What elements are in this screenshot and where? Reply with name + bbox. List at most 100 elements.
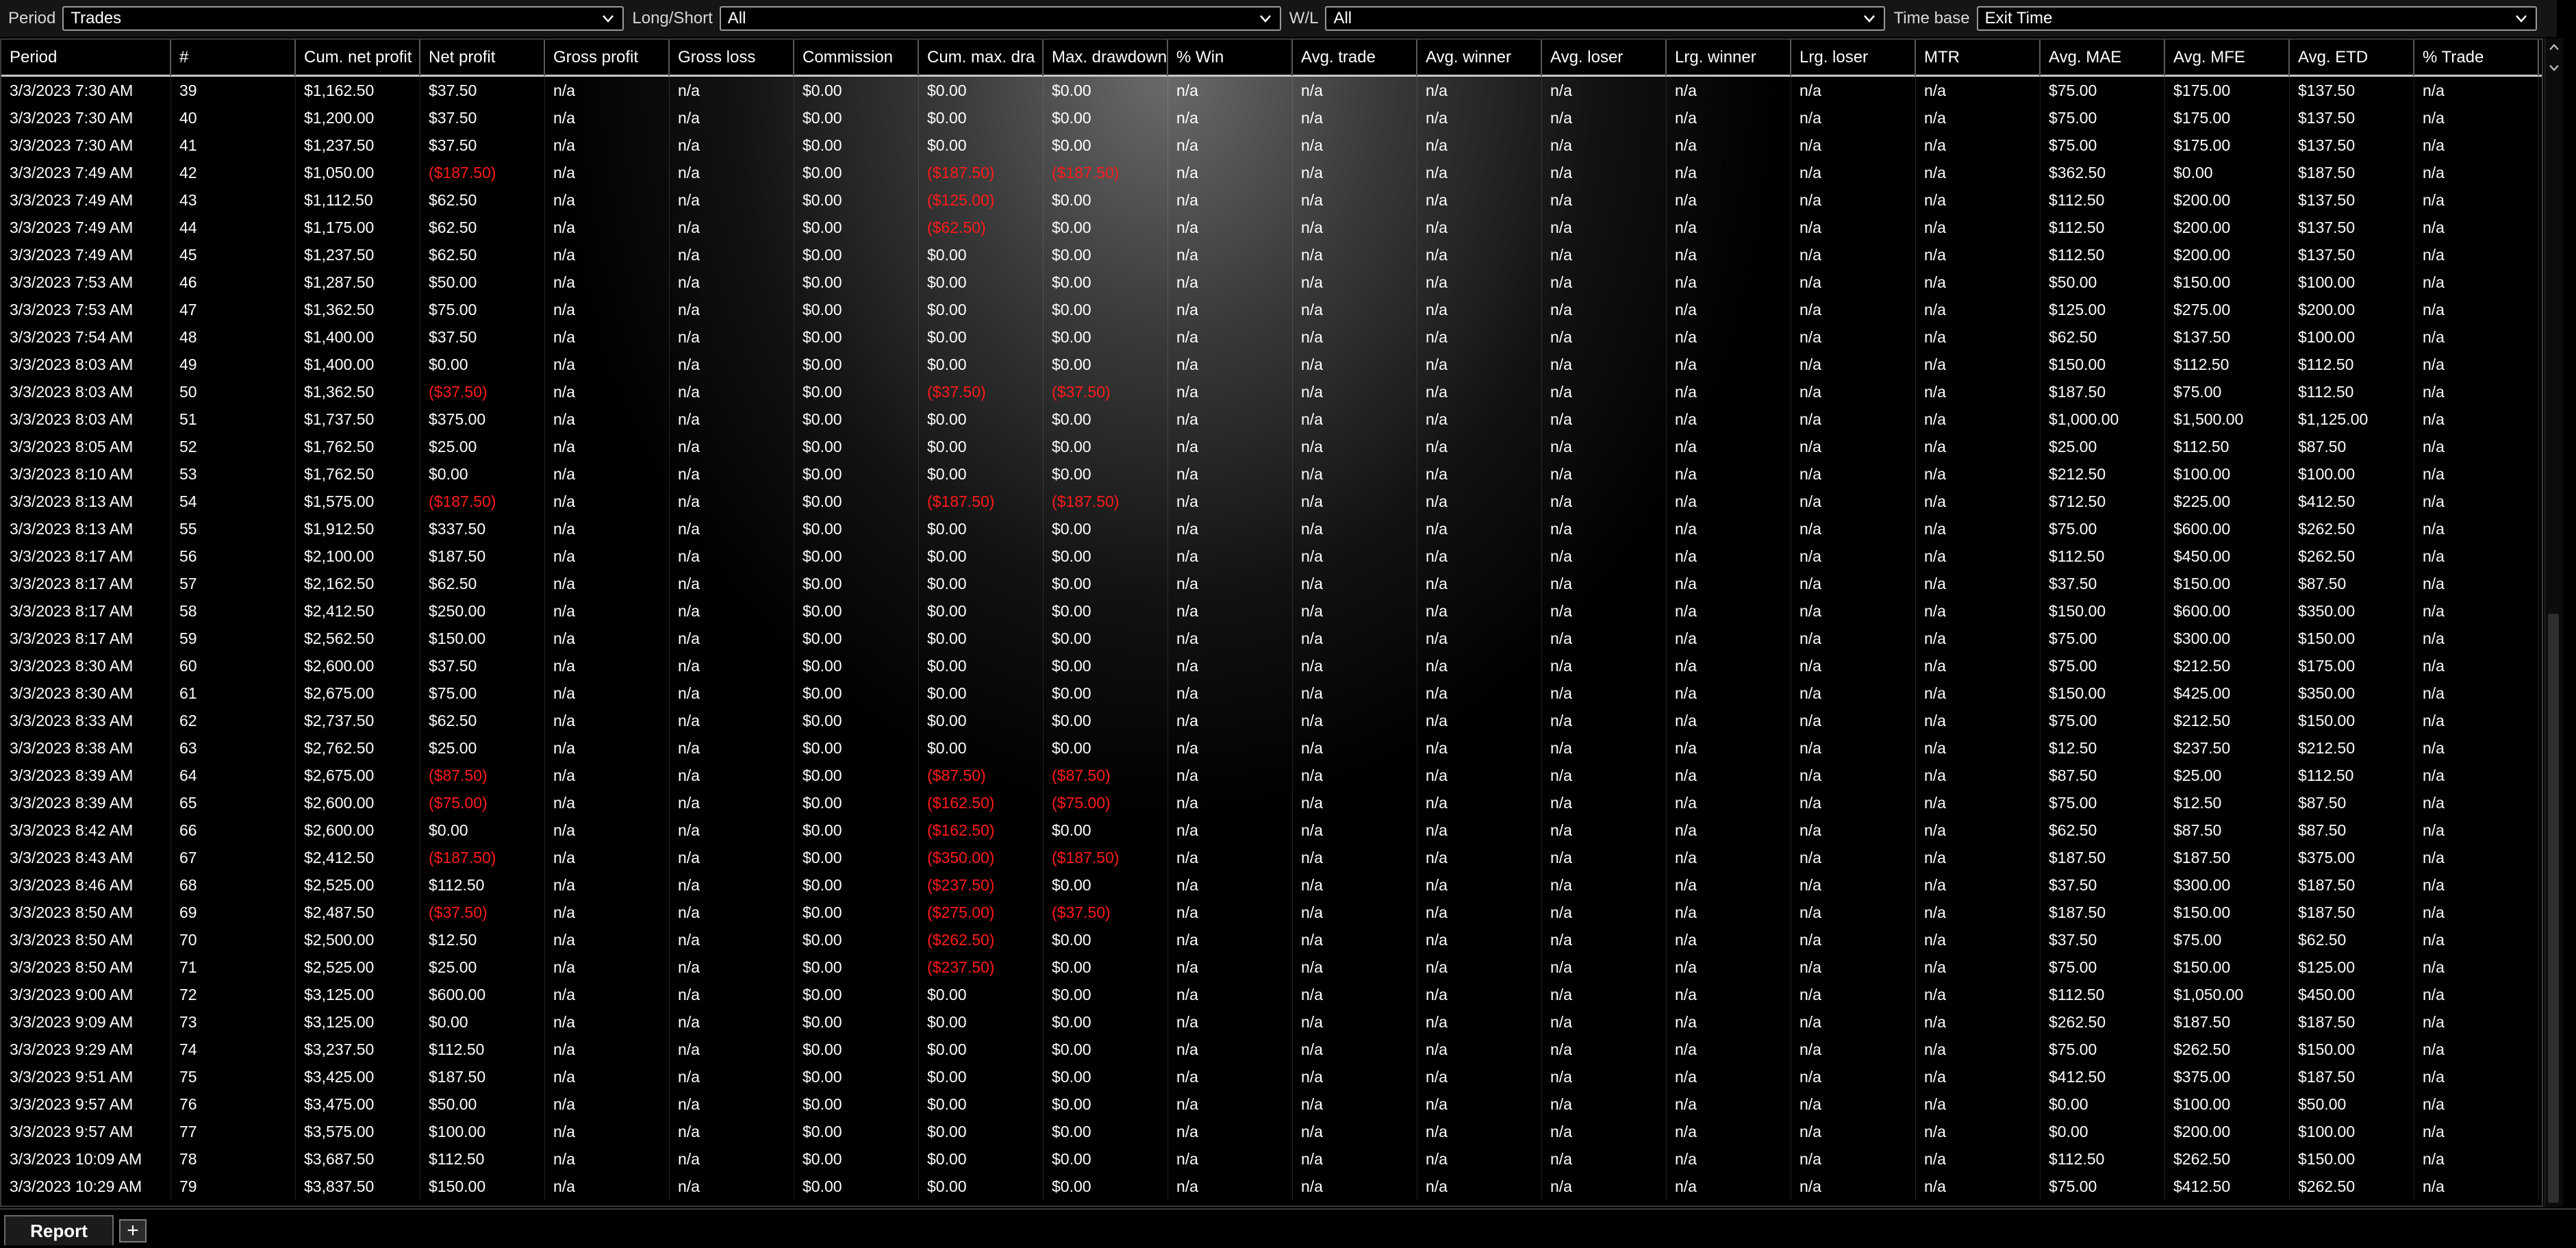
- column-header-lrg-winner[interactable]: Lrg. winner: [1667, 40, 1791, 76]
- table-row[interactable]: 3/3/2023 8:50 AM 69 $2,487.50 ($37.50) n/a n/…: [1, 899, 2542, 926]
- table-row[interactable]: 3/3/2023 8:17 AM 58 $2,412.50 $250.00 n/a n/a…: [1, 597, 2542, 625]
- table-row[interactable]: 3/3/2023 8:46 AM 68 $2,525.00 $112.50 n/a n/a…: [1, 871, 2542, 899]
- table-row[interactable]: 3/3/2023 8:03 AM 49 $1,400.00 $0.00 n/a n/a $0…: [1, 351, 2542, 378]
- column-header-number[interactable]: #: [171, 40, 296, 76]
- table-row[interactable]: 3/3/2023 8:30 AM 60 $2,600.00 $37.50 n/a n/a $…: [1, 652, 2542, 679]
- table-row[interactable]: 3/3/2023 7:54 AM 48 $1,400.00 $37.50 n/a n/a $…: [1, 323, 2542, 351]
- cell-avg-loser: n/a: [1542, 597, 1667, 625]
- table-row[interactable]: 3/3/2023 7:49 AM 44 $1,175.00 $62.50 n/a n/a $…: [1, 214, 2542, 241]
- cell-number: 42: [171, 159, 296, 186]
- table-row[interactable]: 3/3/2023 7:30 AM 40 $1,200.00 $37.50 n/a n/a $…: [1, 104, 2542, 132]
- table-row[interactable]: 3/3/2023 7:30 AM 41 $1,237.50 $37.50 n/a n/a $…: [1, 132, 2542, 159]
- cell-number: 41: [171, 132, 296, 159]
- column-header-pct-trade[interactable]: % Trade: [2414, 40, 2539, 76]
- cell-pct-trade: n/a: [2414, 542, 2539, 570]
- add-tab-button[interactable]: +: [119, 1219, 147, 1243]
- table-row[interactable]: 3/3/2023 8:42 AM 66 $2,600.00 $0.00 n/a n/a $0…: [1, 816, 2542, 844]
- table-row[interactable]: 3/3/2023 8:50 AM 70 $2,500.00 $12.50 n/a n/a $…: [1, 926, 2542, 953]
- table-row[interactable]: 3/3/2023 8:05 AM 52 $1,762.50 $25.00 n/a n/a $…: [1, 433, 2542, 460]
- cell-avg-trade: n/a: [1293, 1008, 1417, 1036]
- cell-pct-trade: n/a: [2414, 953, 2539, 981]
- scrollbar-thumb[interactable]: [2548, 614, 2559, 1203]
- timebase-select[interactable]: Exit Time: [1976, 6, 2537, 31]
- column-header-avg-mae[interactable]: Avg. MAE: [2041, 40, 2165, 76]
- cell-net-profit: $62.50: [420, 707, 545, 734]
- table-row[interactable]: 3/3/2023 7:49 AM 42 $1,050.00 ($187.50) n/a n…: [1, 159, 2542, 186]
- longshort-select[interactable]: All: [719, 6, 1281, 31]
- table-row[interactable]: 3/3/2023 8:43 AM 67 $2,412.50 ($187.50) n/a n…: [1, 844, 2542, 871]
- table-row[interactable]: 3/3/2023 7:53 AM 47 $1,362.50 $75.00 n/a n/a $…: [1, 296, 2542, 323]
- wl-select[interactable]: All: [1325, 6, 1886, 31]
- cell-pct-trade: n/a: [2414, 789, 2539, 816]
- table-row[interactable]: 3/3/2023 8:13 AM 54 $1,575.00 ($187.50) n/a n…: [1, 488, 2542, 515]
- cell-cum-max-drawdown: ($37.50): [919, 378, 1044, 405]
- table-row[interactable]: 3/3/2023 9:09 AM 73 $3,125.00 $0.00 n/a n/a $0…: [1, 1008, 2542, 1036]
- column-header-net-profit[interactable]: Net profit: [420, 40, 545, 76]
- table-row[interactable]: 3/3/2023 9:51 AM 75 $3,425.00 $187.50 n/a n/a…: [1, 1063, 2542, 1090]
- column-header-avg-mfe[interactable]: Avg. MFE: [2165, 40, 2290, 76]
- column-header-mtr[interactable]: MTR: [1916, 40, 2041, 76]
- chevron-up-icon[interactable]: [2545, 38, 2563, 56]
- table-row[interactable]: 3/3/2023 9:29 AM 74 $3,237.50 $112.50 n/a n/a…: [1, 1036, 2542, 1063]
- table-row[interactable]: 3/3/2023 8:03 AM 51 $1,737.50 $375.00 n/a n/a…: [1, 405, 2542, 433]
- cell-cum-max-drawdown: $0.00: [919, 433, 1044, 460]
- tab-report[interactable]: Report: [4, 1215, 114, 1245]
- cell-cum-net-profit: $3,475.00: [296, 1090, 420, 1118]
- column-header-cum-net-profit[interactable]: Cum. net profit: [296, 40, 420, 76]
- column-header-avg-trade[interactable]: Avg. trade: [1293, 40, 1417, 76]
- table-row[interactable]: 3/3/2023 8:17 AM 56 $2,100.00 $187.50 n/a n/a…: [1, 542, 2542, 570]
- column-header-cum-max-drawdown[interactable]: Cum. max. dra: [919, 40, 1044, 76]
- table-row[interactable]: 3/3/2023 8:50 AM 71 $2,525.00 $25.00 n/a n/a $…: [1, 953, 2542, 981]
- table-row[interactable]: 3/3/2023 8:03 AM 50 $1,362.50 ($37.50) n/a n/…: [1, 378, 2542, 405]
- period-select[interactable]: Trades: [62, 6, 624, 31]
- cell-net-profit: ($75.00): [420, 789, 545, 816]
- cell-max-drawdown: $0.00: [1044, 104, 1168, 132]
- table-row[interactable]: 3/3/2023 8:33 AM 62 $2,737.50 $62.50 n/a n/a $…: [1, 707, 2542, 734]
- cell-max-drawdown: $0.00: [1044, 871, 1168, 899]
- table-row[interactable]: 3/3/2023 7:49 AM 43 $1,112.50 $62.50 n/a n/a $…: [1, 186, 2542, 214]
- table-row[interactable]: 3/3/2023 7:49 AM 45 $1,237.50 $62.50 n/a n/a $…: [1, 241, 2542, 269]
- table-row[interactable]: 3/3/2023 8:39 AM 64 $2,675.00 ($87.50) n/a n/…: [1, 762, 2542, 789]
- column-header-commission[interactable]: Commission: [794, 40, 919, 76]
- table-row[interactable]: 3/3/2023 8:39 AM 65 $2,600.00 ($75.00) n/a n/…: [1, 789, 2542, 816]
- table-row[interactable]: 3/3/2023 7:30 AM 39 $1,162.50 $37.50 n/a n/a $…: [1, 77, 2542, 104]
- table-row[interactable]: 3/3/2023 10:09 AM 78 $3,687.50 $112.50 n/a n/…: [1, 1145, 2542, 1173]
- column-header-max-drawdown[interactable]: Max. drawdown: [1044, 40, 1168, 76]
- cell-cum-max-drawdown: $0.00: [919, 652, 1044, 679]
- cell-gross-loss: n/a: [670, 570, 794, 597]
- table-row[interactable]: 3/3/2023 8:13 AM 55 $1,912.50 $337.50 n/a n/a…: [1, 515, 2542, 542]
- column-header-period[interactable]: Period: [1, 40, 171, 76]
- chevron-down-icon[interactable]: [2545, 59, 2563, 77]
- cell-gross-profit: n/a: [545, 953, 670, 981]
- column-header-avg-winner[interactable]: Avg. winner: [1417, 40, 1542, 76]
- column-header-gross-profit[interactable]: Gross profit: [545, 40, 670, 76]
- table-row[interactable]: 3/3/2023 10:29 AM 79 $3,837.50 $150.00 n/a n/…: [1, 1173, 2542, 1200]
- cell-avg-trade: n/a: [1293, 488, 1417, 515]
- table-row[interactable]: 3/3/2023 7:53 AM 46 $1,287.50 $50.00 n/a n/a $…: [1, 269, 2542, 296]
- cell-lrg-winner: n/a: [1667, 926, 1791, 953]
- table-row[interactable]: 3/3/2023 8:17 AM 57 $2,162.50 $62.50 n/a n/a $…: [1, 570, 2542, 597]
- cell-avg-etd: $87.50: [2290, 789, 2414, 816]
- cell-avg-mae: $37.50: [2041, 570, 2165, 597]
- column-header-avg-loser[interactable]: Avg. loser: [1542, 40, 1667, 76]
- column-header-avg-etd[interactable]: Avg. ETD: [2290, 40, 2414, 76]
- vertical-scrollbar[interactable]: [2545, 38, 2563, 1207]
- cell-max-drawdown: $0.00: [1044, 351, 1168, 378]
- cell-gross-loss: n/a: [670, 734, 794, 762]
- table-row[interactable]: 3/3/2023 9:00 AM 72 $3,125.00 $600.00 n/a n/a…: [1, 981, 2542, 1008]
- cell-mtr: n/a: [1916, 186, 2041, 214]
- cell-period: 3/3/2023 9:00 AM: [1, 981, 171, 1008]
- column-header-pct-win[interactable]: % Win: [1168, 40, 1293, 76]
- column-header-gross-loss[interactable]: Gross loss: [670, 40, 794, 76]
- cell-avg-winner: n/a: [1417, 1090, 1542, 1118]
- table-row[interactable]: 3/3/2023 8:10 AM 53 $1,762.50 $0.00 n/a n/a $0…: [1, 460, 2542, 488]
- table-row[interactable]: 3/3/2023 9:57 AM 76 $3,475.00 $50.00 n/a n/a $…: [1, 1090, 2542, 1118]
- cell-lrg-loser: n/a: [1791, 926, 1916, 953]
- cell-commission: $0.00: [794, 981, 919, 1008]
- table-row[interactable]: 3/3/2023 8:38 AM 63 $2,762.50 $25.00 n/a n/a $…: [1, 734, 2542, 762]
- column-header-lrg-loser[interactable]: Lrg. loser: [1791, 40, 1916, 76]
- table-row[interactable]: 3/3/2023 8:30 AM 61 $2,675.00 $75.00 n/a n/a $…: [1, 679, 2542, 707]
- cell-max-drawdown: $0.00: [1044, 132, 1168, 159]
- table-row[interactable]: 3/3/2023 9:57 AM 77 $3,575.00 $100.00 n/a n/a…: [1, 1118, 2542, 1145]
- table-row[interactable]: 3/3/2023 8:17 AM 59 $2,562.50 $150.00 n/a n/a…: [1, 625, 2542, 652]
